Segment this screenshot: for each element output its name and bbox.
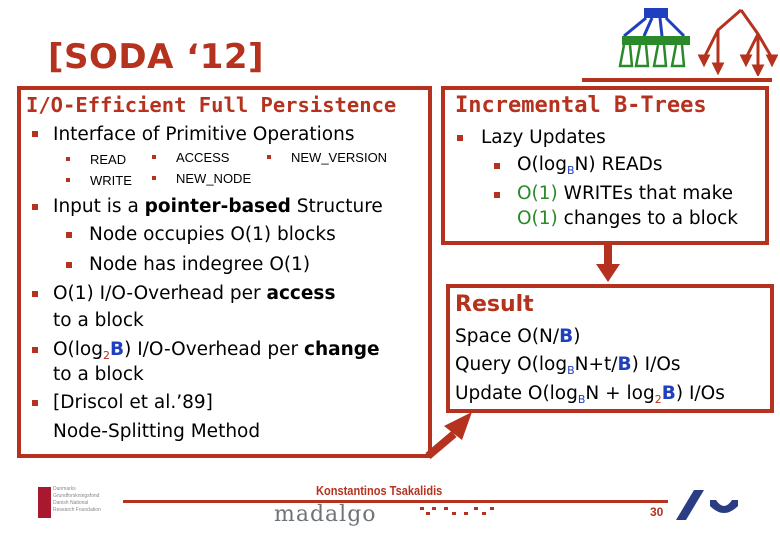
foundation-line: Grundforskningsfond — [53, 493, 100, 499]
bullet — [32, 204, 38, 210]
bullet — [66, 232, 72, 238]
bullet — [32, 400, 38, 406]
buffer-tree-icon — [618, 8, 690, 68]
driscol-item: [Driscol et al.’89] — [53, 392, 213, 413]
node-splitting-line: Node-Splitting Method — [53, 421, 261, 442]
access-overhead-cont: to a block — [53, 310, 144, 331]
node-indegree-item: Node has indegree O(1) — [89, 254, 311, 275]
bullet — [152, 155, 156, 159]
madalgo-dots-icon — [420, 507, 494, 515]
author-name: Konstantinos Tsakalidis — [316, 483, 443, 498]
tree-diagram-icons — [618, 8, 778, 76]
op-new-version: NEW_VERSION — [291, 150, 388, 165]
op-new-node: NEW_NODE — [176, 171, 252, 186]
change-overhead-cont: to a block — [53, 364, 144, 385]
bullet — [66, 178, 70, 182]
bullet — [32, 291, 38, 297]
op-access: ACCESS — [176, 150, 230, 165]
bullet — [494, 192, 500, 198]
node-occupies-item: Node occupies O(1) blocks — [89, 224, 336, 245]
top-rule — [582, 78, 772, 82]
bullet — [32, 347, 38, 353]
query-line: Query O(logBN+t/B) I/Os — [455, 354, 681, 377]
bullet — [152, 176, 156, 180]
lazy-updates-item: Lazy Updates — [481, 127, 606, 148]
au-logo-icon — [676, 490, 738, 520]
foundation-text: Danmarks Grundforskningsfond Danish Nati… — [53, 486, 113, 514]
interface-item: Interface of Primitive Operations — [53, 124, 355, 145]
foundation-line: Danmarks — [53, 486, 76, 492]
op-write: WRITE — [90, 173, 132, 188]
foundation-line: Danish National — [53, 500, 89, 506]
slide-title: [SODA ‘12] — [48, 37, 265, 77]
change-overhead-item: O(log2B) I/O-Overhead per change — [53, 339, 380, 362]
footer-rule — [123, 500, 668, 503]
down-arrow-icon — [596, 244, 620, 282]
input-item: Input is a pointer-based Structure — [53, 196, 383, 217]
incremental-heading: Incremental B-Trees — [455, 93, 707, 118]
foundation-logo-icon — [38, 487, 51, 518]
bullet — [457, 135, 463, 141]
access-overhead-item: O(1) I/O-Overhead per access — [53, 283, 336, 304]
page-number: 30 — [650, 505, 664, 519]
red-tree-icon — [697, 8, 778, 76]
op-read: READ — [90, 152, 127, 167]
writes-item-cont: O(1) changes to a block — [517, 208, 739, 229]
space-line: Space O(N/B) — [455, 326, 581, 347]
bullet — [267, 155, 271, 159]
bullet — [66, 262, 72, 268]
madalgo-logo: madalgo — [274, 502, 377, 527]
result-heading: Result — [455, 292, 534, 317]
reads-item: O(logBN) READs — [517, 154, 663, 177]
bullet — [32, 131, 38, 137]
foundation-line: Research Foundation — [53, 507, 101, 513]
writes-item: O(1) WRITEs that make — [517, 183, 734, 204]
diagonal-arrow-icon — [425, 412, 472, 460]
bullet — [494, 163, 500, 169]
full-persistence-heading: I/O-Efficient Full Persistence — [26, 93, 397, 117]
bullet — [66, 157, 70, 161]
update-line: Update O(logBN + log2B) I/Os — [455, 383, 725, 406]
